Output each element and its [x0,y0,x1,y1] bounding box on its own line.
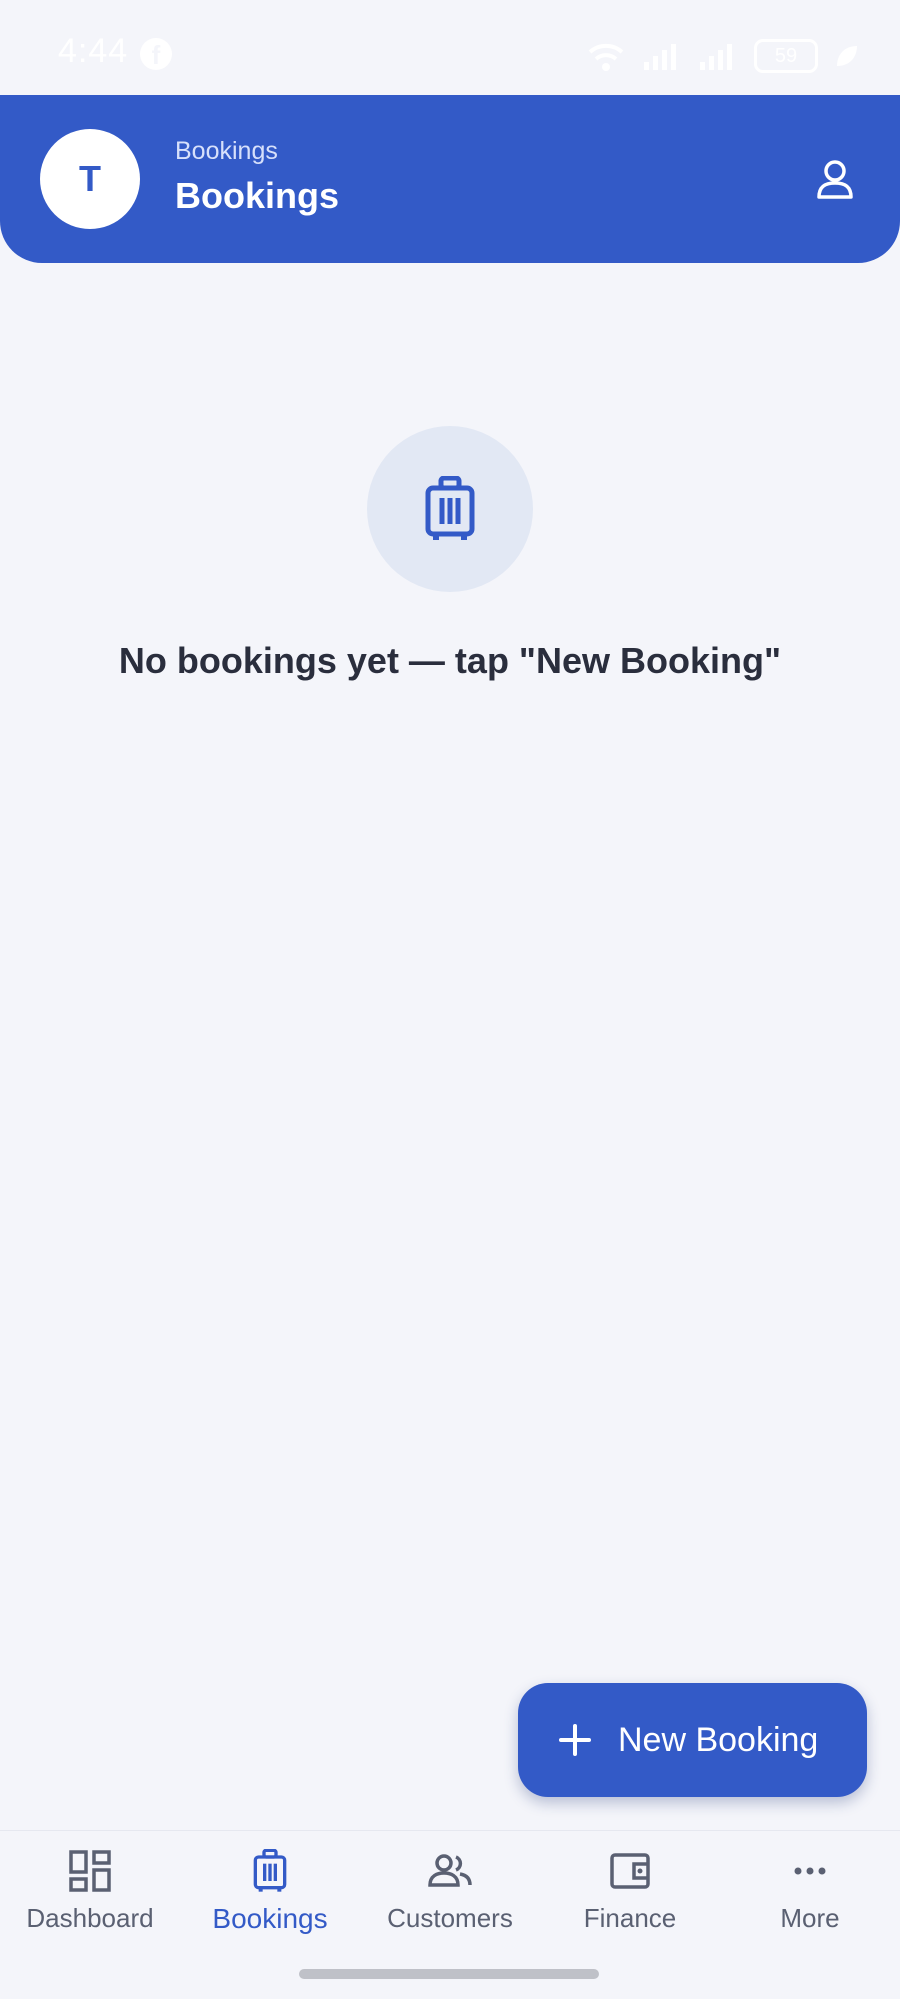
facebook-icon: f [140,38,172,70]
empty-state-illustration [367,426,533,592]
wifi-icon [588,43,624,71]
nav-item-customers[interactable]: Customers [360,1849,540,1959]
nav-item-finance[interactable]: Finance [540,1849,720,1959]
luggage-icon [425,476,475,540]
nav-label-dashboard: Dashboard [26,1903,154,1933]
dashboard-icon [69,1850,111,1892]
status-time: 4:44 [58,32,129,70]
new-booking-label: New Booking [618,1720,819,1759]
signal-icon [644,44,676,70]
people-icon [428,1854,472,1887]
status-bar: 4:44 f 59 [0,0,900,95]
luggage-icon [253,1849,287,1892]
app-header: T Bookings Bookings [0,95,900,263]
status-indicators: 59 [586,36,860,76]
nav-item-dashboard[interactable]: Dashboard [0,1849,180,1959]
nav-label-bookings: Bookings [212,1903,328,1934]
avatar[interactable]: T [40,129,140,229]
nav-label-finance: Finance [583,1903,677,1933]
leaf-icon [837,46,857,66]
nav-label-customers: Customers [387,1903,513,1933]
profile-button[interactable] [810,155,860,205]
page-title: Bookings [175,175,340,216]
empty-state-message: No bookings yet — tap "New Booking" [118,640,782,681]
new-booking-button[interactable]: New Booking [518,1683,867,1797]
nav-item-more[interactable]: More [720,1849,900,1959]
wallet-icon [610,1853,650,1889]
person-icon [817,160,853,199]
header-subtitle: Bookings [175,137,278,165]
plus-icon [559,1724,591,1756]
more-icon [794,1867,826,1875]
battery-indicator: 59 [754,39,818,73]
signal-icon-2 [700,44,732,70]
nav-label-more: More [780,1903,840,1933]
nav-item-bookings[interactable]: Bookings [180,1849,360,1959]
home-indicator[interactable] [299,1969,599,1979]
